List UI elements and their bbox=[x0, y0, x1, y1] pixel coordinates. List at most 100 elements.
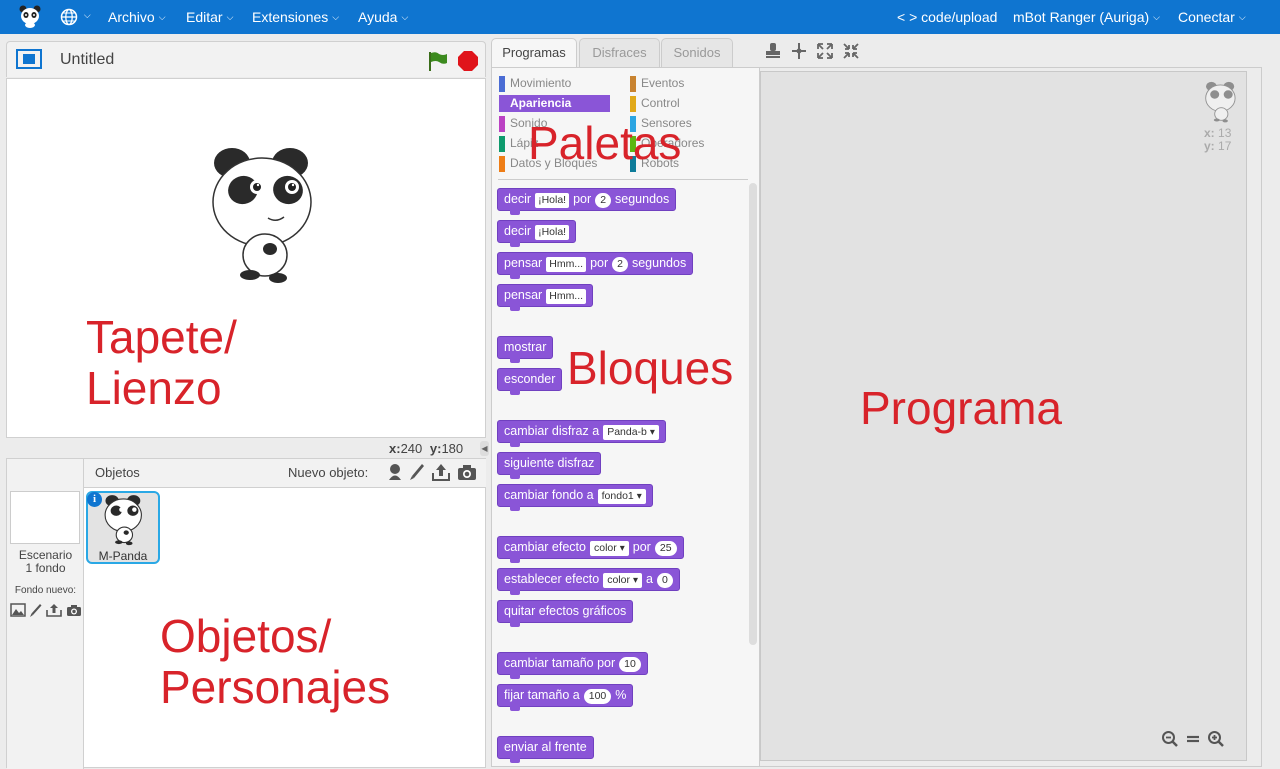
sprite-y-value: 17 bbox=[1218, 139, 1232, 153]
info-icon[interactable]: i bbox=[87, 492, 102, 507]
block-text: pensar bbox=[504, 256, 543, 270]
block-say[interactable]: decir ¡Hola! bbox=[497, 220, 577, 247]
stage-thumbnail[interactable] bbox=[10, 491, 80, 544]
sprite-preview-icon bbox=[1205, 81, 1236, 123]
zoom-reset-icon[interactable] bbox=[1185, 730, 1201, 748]
panda-thumbnail bbox=[104, 495, 142, 546]
camera-icon[interactable] bbox=[66, 603, 82, 617]
block-text-input[interactable]: ¡Hola! bbox=[535, 193, 570, 208]
block-clear-effects[interactable]: quitar efectos gráficos bbox=[497, 600, 634, 627]
category-apariencia[interactable]: Apariencia bbox=[499, 95, 610, 112]
category-control[interactable]: Control bbox=[630, 95, 740, 112]
sprite-tile-m-panda[interactable]: i M-Panda bbox=[86, 491, 160, 564]
block-say-for-secs[interactable]: decir ¡Hola! por 2 segundos bbox=[497, 188, 677, 215]
category-color-bar bbox=[499, 136, 505, 152]
block-text: siguiente disfraz bbox=[504, 456, 595, 470]
block-text: cambiar fondo a bbox=[504, 488, 594, 502]
block-text-input[interactable]: ¡Hola! bbox=[535, 225, 570, 240]
category-label: Control bbox=[641, 96, 680, 110]
category-color-bar bbox=[630, 76, 636, 92]
menu-archivo[interactable]: Archivo ⌵ bbox=[108, 9, 166, 25]
tab-sonidos-label: Sonidos bbox=[673, 45, 721, 60]
new-backdrop-icons bbox=[10, 603, 82, 617]
block-next-costume[interactable]: siguiente disfraz bbox=[497, 452, 602, 479]
menu-ayuda[interactable]: Ayuda ⌵ bbox=[358, 9, 408, 25]
block-switch-backdrop[interactable]: cambiar fondo a fondo1 bbox=[497, 484, 653, 511]
block-switch-costume[interactable]: cambiar disfraz a Panda-b bbox=[497, 420, 666, 447]
shrink-icon[interactable] bbox=[842, 42, 860, 60]
category-color-bar bbox=[630, 96, 636, 112]
upload-icon[interactable] bbox=[46, 603, 62, 617]
menu-editar[interactable]: Editar ⌵ bbox=[186, 9, 233, 25]
block-number-input[interactable]: 2 bbox=[595, 193, 612, 208]
chevron-down-icon: ⌵ bbox=[401, 12, 409, 22]
y-label: y: bbox=[429, 441, 442, 456]
stage-canvas[interactable] bbox=[6, 78, 486, 438]
block-set-size[interactable]: fijar tamaño a 100% bbox=[497, 684, 634, 711]
green-flag-icon[interactable] bbox=[426, 50, 448, 72]
cut-scissors-icon[interactable] bbox=[790, 42, 808, 60]
block-number-input[interactable]: 2 bbox=[612, 257, 628, 272]
paint-brush-icon[interactable] bbox=[30, 603, 42, 617]
block-dropdown[interactable]: color bbox=[603, 573, 642, 588]
menu-extensiones[interactable]: Extensiones ⌵ bbox=[252, 9, 339, 25]
tab-programas[interactable]: Programas bbox=[491, 38, 577, 69]
block-number-input[interactable]: 0 bbox=[656, 573, 673, 588]
fullscreen-icon[interactable] bbox=[16, 49, 42, 69]
panda-logo-icon[interactable] bbox=[18, 4, 42, 28]
collapse-stage-button[interactable]: ◀ bbox=[480, 441, 489, 456]
block-dropdown[interactable]: color bbox=[589, 541, 629, 556]
x-value: 240 bbox=[400, 441, 423, 456]
block-change-effect[interactable]: cambiar efectocolorpor25 bbox=[497, 536, 684, 563]
backdrop-library-icon[interactable] bbox=[10, 603, 26, 617]
zoom-in-icon[interactable] bbox=[1207, 730, 1225, 748]
grow-icon[interactable] bbox=[816, 42, 834, 60]
block-text: % bbox=[615, 688, 627, 702]
language-menu[interactable]: ⌵ bbox=[60, 8, 91, 26]
block-dropdown[interactable]: Panda-b bbox=[603, 425, 659, 440]
y-value: 180 bbox=[441, 441, 464, 456]
category-eventos[interactable]: Eventos bbox=[630, 75, 740, 92]
block-text-input[interactable]: Hmm... bbox=[546, 289, 587, 304]
stage-label: Escenario 1 fondo bbox=[7, 549, 84, 575]
category-color-bar bbox=[499, 96, 505, 112]
block-text: cambiar efecto bbox=[504, 540, 586, 554]
panda-sprite[interactable] bbox=[210, 145, 318, 285]
block-think[interactable]: pensar Hmm... bbox=[497, 284, 594, 311]
stop-icon[interactable] bbox=[458, 51, 478, 71]
upload-icon[interactable] bbox=[431, 463, 451, 481]
category-color-bar bbox=[499, 76, 505, 92]
block-go-to-front[interactable]: enviar al frente bbox=[497, 736, 594, 763]
tab-disfraces[interactable]: Disfraces bbox=[579, 38, 660, 68]
block-set-effect[interactable]: establecer efectocolora0 bbox=[497, 568, 680, 595]
category-color-bar bbox=[499, 156, 505, 172]
category-movimiento[interactable]: Movimiento bbox=[499, 75, 609, 92]
block-change-size[interactable]: cambiar tamaño por 10 bbox=[497, 652, 648, 679]
zoom-out-icon[interactable] bbox=[1161, 730, 1179, 748]
block-think-for-secs[interactable]: pensar Hmm... por 2 segundos bbox=[497, 252, 694, 279]
sprite-x-label: x: bbox=[1204, 126, 1215, 140]
project-title[interactable]: Untitled bbox=[60, 51, 114, 69]
block-number-input[interactable]: 100 bbox=[583, 689, 612, 704]
block-show[interactable]: mostrar bbox=[497, 336, 554, 363]
camera-icon[interactable] bbox=[457, 463, 477, 481]
paint-brush-icon[interactable] bbox=[409, 463, 425, 481]
block-text: por bbox=[590, 256, 609, 270]
duplicate-stamp-icon[interactable] bbox=[764, 42, 782, 60]
sprite-name: M-Panda bbox=[98, 549, 148, 563]
block-dropdown[interactable]: fondo1 bbox=[597, 489, 646, 504]
palette-scrollbar[interactable] bbox=[749, 183, 757, 645]
code-upload-button[interactable]: < > code/upload bbox=[897, 9, 997, 25]
board-select[interactable]: mBot Ranger (Auriga) ⌵ bbox=[1013, 9, 1160, 25]
block-number-input[interactable]: 10 bbox=[619, 657, 641, 672]
block-number-input[interactable]: 25 bbox=[654, 541, 677, 556]
sprite-library-icon[interactable] bbox=[387, 463, 403, 481]
tab-sonidos[interactable]: Sonidos bbox=[661, 38, 733, 68]
block-text-input[interactable]: Hmm... bbox=[546, 257, 587, 272]
connect-menu[interactable]: Conectar ⌵ bbox=[1178, 9, 1246, 25]
block-hide[interactable]: esconder bbox=[497, 368, 563, 395]
chevron-down-icon: ⌵ bbox=[1238, 12, 1246, 22]
stage-backdrop-count: 1 fondo bbox=[25, 561, 66, 575]
sprites-title: Objetos bbox=[95, 465, 140, 480]
annotation-programa: Programa bbox=[860, 382, 1062, 434]
